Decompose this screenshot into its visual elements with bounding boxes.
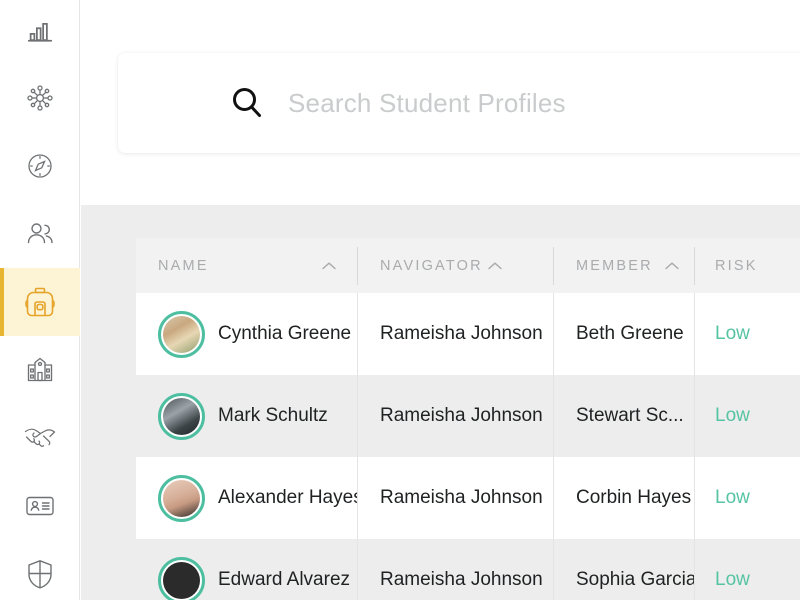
column-header-risk-label: RISK [715, 257, 758, 274]
table-row[interactable]: Cynthia Greene Rameisha Johnson Beth Gre… [136, 293, 800, 375]
student-name: Cynthia Greene [218, 323, 352, 344]
table-row[interactable]: Edward Alvarez Rameisha Johnson Sophia G… [136, 539, 800, 600]
column-header-risk[interactable]: RISK [694, 246, 800, 285]
id-card-icon [24, 494, 56, 518]
cell-risk: Low [694, 457, 800, 539]
avatar-image [163, 479, 200, 517]
sidebar-item-people[interactable] [0, 200, 80, 268]
cell-risk: Low [694, 539, 800, 600]
column-header-navigator-label: NAVIGATOR [380, 257, 483, 274]
cell-member: Sophia Garcia [553, 539, 694, 600]
cell-member: Stewart Sc... [553, 375, 694, 457]
cell-navigator: Rameisha Johnson [357, 457, 553, 539]
network-icon [23, 81, 57, 115]
cell-name: Cynthia Greene [136, 293, 357, 375]
table-body: Cynthia Greene Rameisha Johnson Beth Gre… [136, 293, 800, 600]
bar-chart-icon [25, 17, 55, 47]
chevron-up-icon[interactable] [487, 261, 503, 271]
avatar [158, 310, 205, 358]
sidebar-item-schools[interactable] [0, 336, 80, 404]
school-icon [24, 355, 56, 385]
cell-risk: Low [694, 375, 800, 457]
chevron-up-icon[interactable] [796, 261, 800, 271]
cell-member: Beth Greene [553, 293, 694, 375]
avatar-image [163, 315, 200, 353]
cell-name: Mark Schultz [136, 375, 357, 457]
cell-member: Corbin Hayes [553, 457, 694, 539]
search-bar[interactable] [118, 53, 800, 153]
student-name: Alexander Hayes [218, 487, 357, 508]
backpack-icon [24, 285, 56, 319]
chevron-up-icon[interactable] [654, 261, 680, 271]
column-header-member[interactable]: MEMBER [553, 246, 694, 285]
column-header-navigator[interactable]: NAVIGATOR [357, 246, 553, 285]
table-header-row: NAME NAVIGATOR MEMBER RISK [136, 238, 800, 293]
avatar-image [163, 397, 200, 435]
column-header-name[interactable]: NAME [136, 247, 357, 285]
compass-icon [24, 150, 56, 182]
chevron-up-icon[interactable] [311, 261, 337, 271]
cell-navigator: Rameisha Johnson [357, 539, 553, 600]
table-row[interactable]: Alexander Hayes Rameisha Johnson Corbin … [136, 457, 800, 539]
cell-navigator: Rameisha Johnson [357, 375, 553, 457]
sidebar-item-explore[interactable] [0, 132, 80, 200]
avatar [158, 392, 205, 440]
avatar [158, 474, 205, 522]
sidebar [0, 0, 80, 600]
column-header-name-label: NAME [158, 257, 209, 274]
sidebar-item-security[interactable] [0, 540, 80, 600]
content-area: NAME NAVIGATOR MEMBER RISK Cynthia Green… [81, 205, 800, 600]
cell-name: Alexander Hayes [136, 457, 357, 539]
sidebar-item-students[interactable] [0, 268, 80, 336]
student-name: Mark Schultz [218, 405, 328, 426]
users-icon [24, 219, 56, 249]
cell-risk: Low [694, 293, 800, 375]
cell-name: Edward Alvarez [136, 539, 357, 600]
app-root: NAME NAVIGATOR [0, 0, 800, 600]
sidebar-item-analytics[interactable] [0, 0, 80, 64]
student-name: Edward Alvarez [218, 569, 351, 590]
sidebar-item-network[interactable] [0, 64, 80, 132]
sidebar-item-staff[interactable] [0, 472, 80, 540]
shield-icon [26, 558, 54, 590]
table-row[interactable]: Mark Schultz Rameisha Johnson Stewart Sc… [136, 375, 800, 457]
topbar [81, 0, 800, 205]
student-profiles-table: NAME NAVIGATOR MEMBER RISK Cynthia Green… [136, 238, 800, 600]
search-icon [228, 84, 266, 122]
handshake-icon [23, 424, 57, 452]
search-input[interactable] [288, 87, 800, 119]
cell-navigator: Rameisha Johnson [357, 293, 553, 375]
column-header-member-label: MEMBER [576, 257, 653, 274]
avatar [158, 556, 205, 600]
main-area: NAME NAVIGATOR [81, 0, 800, 600]
avatar-image [163, 561, 200, 599]
sidebar-item-partnerships[interactable] [0, 404, 80, 472]
